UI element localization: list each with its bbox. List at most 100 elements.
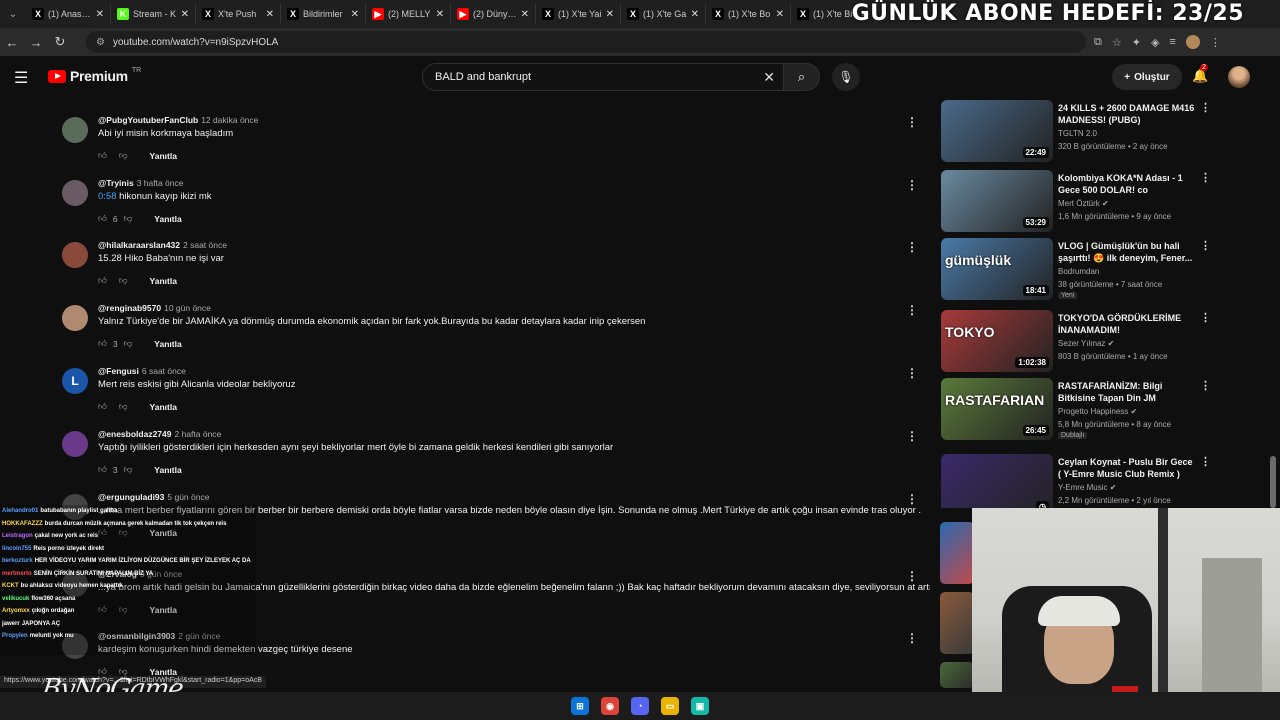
tab-search-icon[interactable]: ⌄ xyxy=(0,0,26,28)
commenter-avatar[interactable] xyxy=(62,305,88,331)
video-thumbnail[interactable]: gümüşlük 18:41 xyxy=(941,238,1053,300)
site-info-icon[interactable]: ⚙ xyxy=(96,37,105,48)
video-thumbnail[interactable]: 22:49 xyxy=(941,100,1053,162)
like-icon[interactable]: 👍︎ xyxy=(98,338,107,349)
dislike-icon[interactable]: 👎︎ xyxy=(119,401,128,412)
video-title[interactable]: Ceylan Koynat - Puslu Bir Gece ( Y-Emre … xyxy=(1058,456,1198,480)
video-title[interactable]: RASTAFARİANİZM: Bilgi Bitkisine Tapan Di… xyxy=(1058,380,1198,404)
video-thumbnail[interactable]: 53:29 xyxy=(941,170,1053,232)
folder-icon[interactable]: ▭ xyxy=(661,697,679,715)
url-field[interactable]: ⚙ youtube.com/watch?v=n9iSpzvHOLA xyxy=(86,31,1086,53)
video-thumbnail[interactable]: RASTAFARIAN 26:45 xyxy=(941,378,1053,440)
comment-time[interactable]: 6 saat önce xyxy=(142,366,186,376)
related-video[interactable]: ◷ Ceylan Koynat - Puslu Bir Gece ( Y-Emr… xyxy=(940,452,1211,508)
comment-more-icon[interactable]: ⋮ xyxy=(906,366,918,380)
comment-time[interactable]: 12 dakika önce xyxy=(201,115,258,125)
reply-button[interactable]: Yanıtla xyxy=(154,214,181,224)
comment-author[interactable]: @enesboldaz2749 xyxy=(98,429,172,439)
video-channel[interactable]: Y-Emre Music ✔ xyxy=(1058,483,1116,492)
browser-menu-icon[interactable]: ⋮ xyxy=(1210,36,1221,49)
browser-tab[interactable]: X X'te Push ✕ xyxy=(196,3,281,25)
comment-time[interactable]: 2 hafta önce xyxy=(175,429,222,439)
close-tab-icon[interactable]: ✕ xyxy=(181,9,189,20)
reply-button[interactable]: Yanıtla xyxy=(154,465,181,475)
comment-more-icon[interactable]: ⋮ xyxy=(906,303,918,317)
close-tab-icon[interactable]: ✕ xyxy=(606,9,614,20)
video-title[interactable]: VLOG | Gümüşlük'ün bu hali şaşırttı! 😍 i… xyxy=(1058,240,1198,264)
comment-author[interactable]: @ergunguladi93 xyxy=(98,492,164,502)
browser-tab[interactable]: ▶ (2) Dünyan ✕ xyxy=(451,3,536,25)
close-tab-icon[interactable]: ✕ xyxy=(776,9,784,20)
comment-author[interactable]: @hilalkaraarslan432 xyxy=(98,240,180,250)
video-more-icon[interactable]: ⋮ xyxy=(1200,101,1211,114)
related-video[interactable]: 22:49 24 KILLS + 2600 DAMAGE M416 MADNES… xyxy=(940,98,1211,164)
like-icon[interactable]: 👍︎ xyxy=(98,275,107,286)
reply-button[interactable]: Yanıtla xyxy=(150,402,177,412)
extension-icon[interactable]: ✦ xyxy=(1132,36,1141,49)
back-icon[interactable]: ← xyxy=(0,30,24,54)
video-more-icon[interactable]: ⋮ xyxy=(1200,171,1211,184)
video-thumbnail[interactable]: TOKYO 1:02:38 xyxy=(941,310,1053,372)
discord-icon[interactable]: ◔ xyxy=(631,697,649,715)
like-icon[interactable]: 👍︎ xyxy=(98,464,107,475)
video-more-icon[interactable]: ⋮ xyxy=(1200,311,1211,324)
search-input[interactable]: BALD and bankrupt ✕ xyxy=(422,63,784,91)
related-video[interactable]: gümüşlük 18:41 VLOG | Gümüşlük'ün bu hali… xyxy=(940,236,1211,302)
profile-avatar[interactable] xyxy=(1185,35,1200,49)
install-icon[interactable]: ⧉ xyxy=(1094,36,1102,49)
video-thumbnail[interactable]: ◷ xyxy=(941,454,1053,508)
notifications-button[interactable]: 🔔 2 xyxy=(1192,64,1208,84)
comment-author[interactable]: @Tryinis xyxy=(98,178,134,188)
youtube-premium-logo[interactable]: Premium TR xyxy=(48,67,141,84)
voice-search-button[interactable]: 🎙 xyxy=(832,63,860,91)
comment-more-icon[interactable]: ⋮ xyxy=(906,492,918,506)
comment-author[interactable]: @Fengusi xyxy=(98,366,139,376)
browser-tab[interactable]: X Bildirimler ✕ xyxy=(281,3,366,25)
video-title[interactable]: TOKYO'DA GÖRDÜKLERİME İNANAMADIM! xyxy=(1058,312,1198,336)
dislike-icon[interactable]: 👎︎ xyxy=(124,213,133,224)
comment-author[interactable]: @PubgYoutuberFanClub xyxy=(98,115,198,125)
page-scrollbar[interactable] xyxy=(1270,456,1276,508)
close-tab-icon[interactable]: ✕ xyxy=(691,9,699,20)
browser-tab[interactable]: X (1) X'te Bo ✕ xyxy=(706,3,791,25)
dislike-icon[interactable]: 👎︎ xyxy=(119,275,128,286)
video-more-icon[interactable]: ⋮ xyxy=(1200,379,1211,392)
related-video[interactable]: TOKYO 1:02:38 TOKYO'DA GÖRDÜKLERİME İNANA… xyxy=(940,308,1211,374)
dislike-icon[interactable]: 👎︎ xyxy=(124,464,133,475)
like-icon[interactable]: 👍︎ xyxy=(98,150,107,161)
comment-more-icon[interactable]: ⋮ xyxy=(906,429,918,443)
video-channel[interactable]: Sezer Yılmaz ✔ xyxy=(1058,339,1114,348)
forward-icon[interactable]: → xyxy=(24,30,48,54)
close-tab-icon[interactable]: ✕ xyxy=(436,9,444,20)
app-icon[interactable]: ▣ xyxy=(691,697,709,715)
comment-more-icon[interactable]: ⋮ xyxy=(906,631,918,645)
browser-tab[interactable]: X (1) X'te Ga ✕ xyxy=(621,3,706,25)
browser-tab[interactable]: ▶ (2) MELLY ✕ xyxy=(366,3,451,25)
dislike-icon[interactable]: 👎︎ xyxy=(119,150,128,161)
reply-button[interactable]: Yanıtla xyxy=(150,276,177,286)
like-icon[interactable]: 👍︎ xyxy=(98,213,107,224)
commenter-avatar[interactable] xyxy=(62,431,88,457)
video-channel[interactable]: Mert Öztürk ✔ xyxy=(1058,199,1109,208)
menu-icon[interactable]: ☰ xyxy=(14,68,28,88)
related-video[interactable]: 53:29 Kolombiya KOKA*N Adası - 1 Gece 50… xyxy=(940,168,1211,234)
comment-more-icon[interactable]: ⋮ xyxy=(906,240,918,254)
video-channel[interactable]: Progetto Happiness ✔ xyxy=(1058,407,1137,416)
commenter-avatar[interactable]: L xyxy=(62,368,88,394)
dislike-icon[interactable]: 👎︎ xyxy=(124,338,133,349)
clear-search-icon[interactable]: ✕ xyxy=(763,69,775,86)
bookmark-star-icon[interactable]: ☆ xyxy=(1112,36,1122,49)
comment-author[interactable]: @renginab9570 xyxy=(98,303,161,313)
reply-button[interactable]: Yanıtla xyxy=(150,151,177,161)
clock-icon[interactable]: ◷ xyxy=(1036,501,1049,508)
video-channel[interactable]: Bodrumdan xyxy=(1058,267,1099,276)
comment-time[interactable]: 2 saat önce xyxy=(183,240,227,250)
commenter-avatar[interactable] xyxy=(62,242,88,268)
close-tab-icon[interactable]: ✕ xyxy=(521,9,529,20)
related-video[interactable]: RASTAFARIAN 26:45 RASTAFARİANİZM: Bilgi B… xyxy=(940,376,1211,442)
close-tab-icon[interactable]: ✕ xyxy=(351,9,359,20)
video-thumbnail[interactable] xyxy=(940,662,974,688)
close-tab-icon[interactable]: ✕ xyxy=(96,9,104,20)
comment-time[interactable]: 5 gün önce xyxy=(167,492,209,502)
comment-time[interactable]: 3 hafta önce xyxy=(137,178,184,188)
